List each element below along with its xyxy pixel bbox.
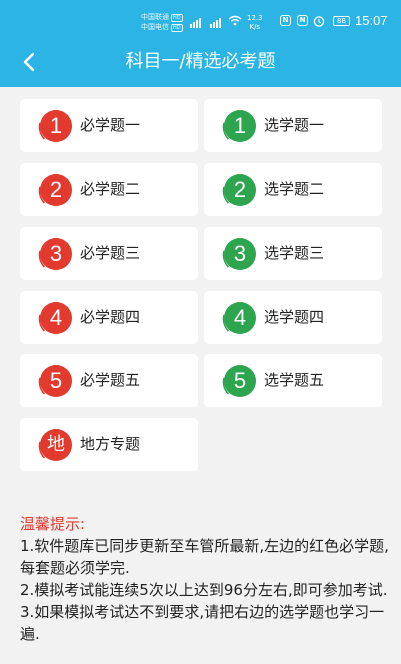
- elective-topic-3-card[interactable]: 3 选学题三: [204, 227, 382, 280]
- topic-label: 选学题二: [264, 180, 325, 198]
- required-topic-4-card[interactable]: 4 必学题四: [20, 291, 198, 344]
- tips-section: 温馨提示: 1.软件题库已同步更新至车管所最新,左边的红色必学题,每套题必须学完…: [20, 513, 390, 645]
- required-topic-5-card[interactable]: 5 必学题五: [20, 354, 198, 407]
- elective-topic-5-card[interactable]: 5 选学题五: [204, 354, 382, 407]
- carrier-info: 中国联通 HD 中国电信 HD: [141, 12, 183, 32]
- status-bar: 中国联通 HD 中国电信 HD 12.3 K/s N N 88 15:07: [0, 0, 401, 40]
- net-speed-value: 12.3: [247, 14, 263, 22]
- elective-topic-2-card[interactable]: 2 选学题二: [204, 163, 382, 216]
- badge-number: 3: [49, 241, 63, 266]
- nfc-icon: N: [280, 15, 291, 26]
- tips-line-2: 2.模拟考试能连续5次以上达到96分左右,即可参加考试.: [20, 581, 388, 599]
- carrier-1: 中国联通: [141, 13, 169, 21]
- battery-icon: 88: [333, 16, 350, 26]
- topic-label: 必学题三: [80, 244, 141, 262]
- badge-number: 4: [233, 305, 247, 330]
- battery-level: 88: [337, 17, 346, 25]
- elective-topic-1-card[interactable]: 1 选学题一: [204, 99, 382, 152]
- app-header: 中国联通 HD 中国电信 HD 12.3 K/s N N 88 15:07 科目一/…: [0, 0, 401, 87]
- badge-number: 3: [233, 241, 247, 266]
- topic-label: 选学题一: [264, 116, 325, 134]
- page-title: 科目一/精选必考题: [125, 51, 276, 72]
- topic-label: 选学题五: [264, 371, 325, 389]
- topic-label: 选学题三: [264, 244, 325, 262]
- topic-label: 必学题五: [80, 371, 141, 389]
- topic-label: 必学题一: [80, 116, 141, 134]
- tips-line-1: 1.软件题库已同步更新至车管所最新,左边的红色必学题,每套题必须学完.: [20, 537, 389, 577]
- local-topic-card[interactable]: 地 地方专题: [20, 418, 198, 471]
- net-speed: 12.3 K/s: [247, 14, 263, 32]
- topic-label: 地方专题: [80, 435, 141, 453]
- badge-number: 5: [233, 368, 247, 393]
- elective-topic-4-card[interactable]: 4 选学题四: [204, 291, 382, 344]
- hd-badge: HD: [171, 14, 183, 22]
- required-topic-3-card[interactable]: 3 必学题三: [20, 227, 198, 280]
- signal-icon: [190, 14, 201, 28]
- clock: 15:07: [355, 13, 388, 28]
- badge-number: 4: [49, 305, 63, 330]
- carrier-2: 中国电信: [141, 23, 169, 31]
- wifi-icon: [228, 15, 242, 26]
- badge-number: 5: [49, 368, 63, 393]
- nfc-icon: N: [297, 15, 308, 26]
- topic-label: 选学题四: [264, 308, 325, 326]
- tips-title: 温馨提示:: [20, 515, 86, 533]
- net-speed-unit: K/s: [249, 23, 261, 31]
- tips-line-3: 3.如果模拟考试达不到要求,请把右边的选学题也学习一遍.: [20, 603, 385, 643]
- badge-character: 地: [47, 434, 65, 455]
- hd-badge: HD: [171, 24, 183, 32]
- alarm-icon: [313, 16, 325, 27]
- badge-number: 2: [233, 177, 247, 202]
- topic-label: 必学题四: [80, 308, 141, 326]
- topic-label: 必学题二: [80, 180, 141, 198]
- badge-number: 2: [49, 177, 63, 202]
- badge-number: 1: [49, 113, 63, 138]
- required-topic-1-card[interactable]: 1 必学题一: [20, 99, 198, 152]
- signal-icon: [210, 14, 221, 28]
- required-topic-2-card[interactable]: 2 必学题二: [20, 163, 198, 216]
- badge-number: 1: [233, 113, 247, 138]
